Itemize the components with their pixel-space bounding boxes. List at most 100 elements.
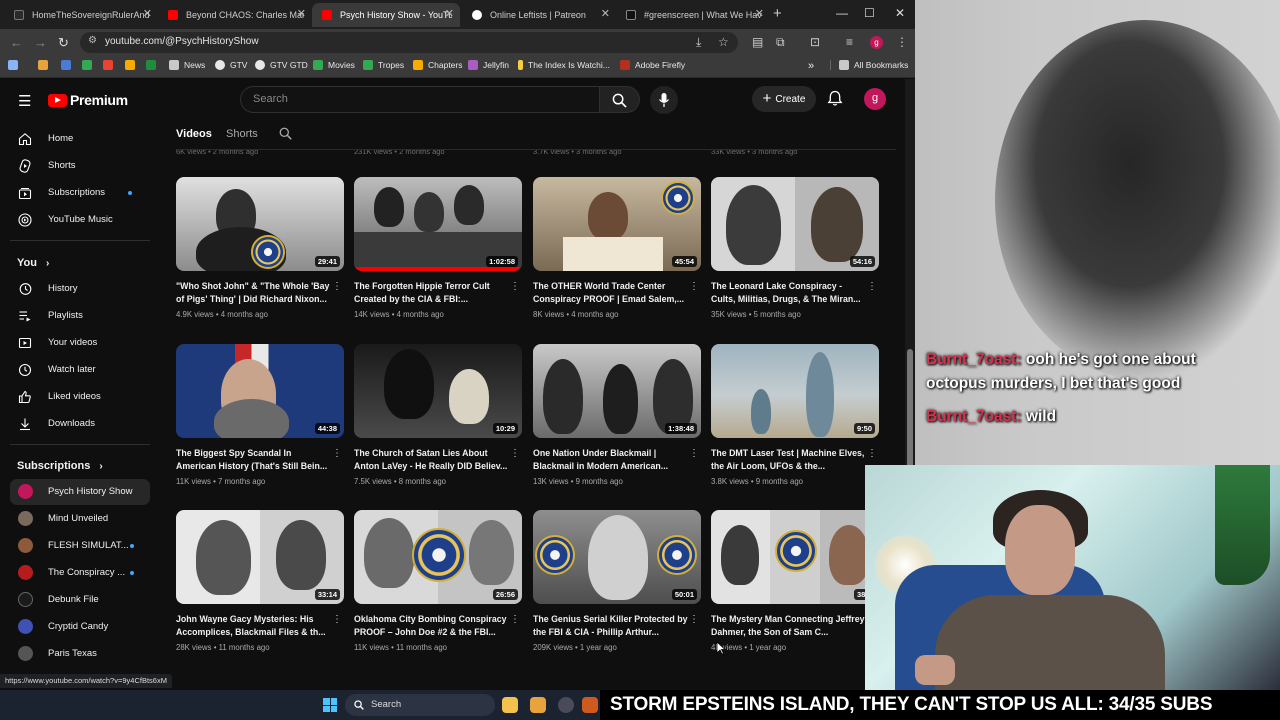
more-options-icon[interactable]: ⋮ bbox=[510, 282, 520, 292]
video-thumbnail[interactable]: 26:56 bbox=[354, 510, 522, 604]
more-options-icon[interactable]: ⋮ bbox=[689, 449, 699, 459]
close-tab-icon[interactable]: ✕ bbox=[297, 7, 306, 20]
video-title[interactable]: The DMT Laser Test | Machine Elves, the … bbox=[711, 447, 866, 473]
channel-search-icon[interactable] bbox=[279, 127, 292, 140]
video-thumbnail[interactable]: 9:50 bbox=[711, 344, 879, 438]
search-button[interactable] bbox=[600, 86, 640, 113]
sidebar-item-watch-later[interactable]: Watch later bbox=[10, 357, 150, 383]
more-options-icon[interactable]: ⋮ bbox=[510, 449, 520, 459]
subscription-the-conspiracy[interactable]: The Conspiracy ... bbox=[10, 560, 150, 586]
bookmark-gtv-gtd[interactable]: GTV GTD bbox=[255, 60, 308, 70]
more-options-icon[interactable]: ⋮ bbox=[332, 449, 342, 459]
video-thumbnail[interactable]: 10:29 bbox=[354, 344, 522, 438]
video-title[interactable]: The OTHER World Trade Center Conspiracy … bbox=[533, 280, 688, 306]
forward-icon[interactable]: → bbox=[34, 35, 47, 50]
omnibox[interactable]: ⚙ youtube.com/@PsychHistoryShow bbox=[80, 32, 738, 53]
bookmark-gtv[interactable]: GTV bbox=[215, 60, 247, 70]
sidebar-item-downloads[interactable]: Downloads bbox=[10, 411, 150, 437]
more-options-icon[interactable]: ⋮ bbox=[510, 615, 520, 625]
voice-search-button[interactable] bbox=[650, 86, 678, 114]
notifications-bell-icon[interactable] bbox=[827, 90, 843, 107]
media-icon[interactable]: ≡ bbox=[846, 35, 853, 49]
more-options-icon[interactable]: ⋮ bbox=[689, 615, 699, 625]
more-options-icon[interactable]: ⋮ bbox=[332, 615, 342, 625]
video-title[interactable]: The Leonard Lake Conspiracy - Cults, Mil… bbox=[711, 280, 866, 306]
apps-icon[interactable] bbox=[8, 60, 23, 70]
close-tab-icon[interactable]: ✕ bbox=[755, 7, 764, 20]
video-title[interactable]: The Mystery Man Connecting Jeffrey Dahme… bbox=[711, 613, 866, 639]
video-thumbnail[interactable]: 50:01 bbox=[533, 510, 701, 604]
close-tab-icon[interactable]: ✕ bbox=[445, 7, 454, 20]
bookmark-movies[interactable]: Movies bbox=[313, 60, 355, 70]
bookmark-icon-3[interactable] bbox=[82, 60, 97, 70]
subscription-flesh-simulator[interactable]: FLESH SIMULAT... bbox=[10, 533, 150, 559]
tab-shorts[interactable]: Shorts bbox=[226, 128, 258, 140]
sidebar-item-your-videos[interactable]: Your videos bbox=[10, 330, 150, 356]
create-button[interactable]: + Create bbox=[752, 86, 816, 112]
bookmark-jellyfin[interactable]: Jellyfin bbox=[468, 60, 509, 70]
video-thumbnail[interactable]: 33:14 bbox=[176, 510, 344, 604]
sidebar-you-header[interactable]: You › bbox=[17, 257, 49, 269]
site-info-icon[interactable]: ⚙ bbox=[88, 35, 97, 46]
video-title[interactable]: Oklahoma City Bombing Conspiracy PROOF –… bbox=[354, 613, 509, 639]
sidebar-item-shorts[interactable]: Shorts bbox=[10, 153, 150, 179]
subscription-cryptid-candy[interactable]: Cryptid Candy bbox=[10, 614, 150, 640]
sidebar-item-youtube-music[interactable]: YouTube Music bbox=[10, 207, 150, 233]
profile-avatar-icon[interactable]: g bbox=[870, 36, 883, 49]
install-app-icon[interactable]: ⤓ bbox=[696, 35, 701, 50]
all-bookmarks[interactable]: All Bookmarks bbox=[830, 60, 908, 70]
sidebar-item-playlists[interactable]: Playlists bbox=[10, 303, 150, 329]
sidebar-item-home[interactable]: Home bbox=[10, 126, 150, 152]
extensions-icon[interactable]: ⧉ bbox=[776, 35, 785, 50]
windows-start-icon[interactable] bbox=[323, 698, 337, 712]
video-thumbnail[interactable]: 45:54 bbox=[533, 177, 701, 271]
browser-tab-1[interactable]: HomeTheSovereignRulerAnd... ✕ bbox=[4, 3, 158, 27]
browser-tab-5[interactable]: #greenscreen | What We Hav ✕ bbox=[616, 3, 770, 27]
close-tab-icon[interactable]: ✕ bbox=[601, 7, 610, 20]
video-thumbnail[interactable]: 54:16 bbox=[711, 177, 879, 271]
video-title[interactable]: The Genius Serial Killer Protected by th… bbox=[533, 613, 688, 639]
app-icon[interactable] bbox=[530, 697, 546, 713]
video-title[interactable]: The Forgotten Hippie Terror Cult Created… bbox=[354, 280, 509, 306]
more-options-icon[interactable]: ⋮ bbox=[867, 282, 877, 292]
account-avatar[interactable]: g bbox=[864, 88, 886, 110]
menu-icon[interactable]: ⋮ bbox=[896, 35, 908, 49]
bookmark-icon-1[interactable] bbox=[38, 60, 53, 70]
reload-icon[interactable]: ↻ bbox=[58, 35, 69, 51]
bookmark-icon-2[interactable] bbox=[61, 60, 76, 70]
app-icon[interactable] bbox=[582, 697, 598, 713]
tab-search-icon[interactable]: ⊡ bbox=[810, 35, 820, 49]
video-title[interactable]: John Wayne Gacy Mysteries: His Accomplic… bbox=[176, 613, 331, 639]
file-explorer-icon[interactable] bbox=[502, 697, 518, 713]
video-thumbnail[interactable]: 29:41 bbox=[176, 177, 344, 271]
app-icon[interactable] bbox=[558, 697, 574, 713]
browser-tab-2[interactable]: Beyond CHAOS: Charles Mans ✕ bbox=[158, 3, 312, 27]
new-tab-button[interactable]: + bbox=[773, 5, 782, 22]
maximize-icon[interactable]: ☐ bbox=[864, 6, 875, 20]
bookmark-icon-4[interactable] bbox=[125, 60, 140, 70]
sidebar-item-subscriptions[interactable]: Subscriptions bbox=[10, 180, 150, 206]
hamburger-menu-icon[interactable]: ☰ bbox=[18, 92, 31, 110]
bookmark-index[interactable]: The Index Is Watchi... bbox=[518, 60, 610, 70]
minimize-icon[interactable]: — bbox=[836, 6, 848, 20]
browser-tab-3-active[interactable]: Psych History Show - YouTub ✕ bbox=[312, 3, 460, 27]
reading-list-icon[interactable]: ▤ bbox=[752, 35, 763, 49]
tab-videos[interactable]: Videos bbox=[176, 128, 212, 140]
more-options-icon[interactable]: ⋮ bbox=[689, 282, 699, 292]
video-thumbnail[interactable]: 44:38 bbox=[176, 344, 344, 438]
bookmark-news[interactable]: News bbox=[169, 60, 205, 70]
video-title[interactable]: One Nation Under Blackmail | Blackmail i… bbox=[533, 447, 688, 473]
video-thumbnail[interactable]: 38:4 bbox=[711, 510, 879, 604]
bookmark-chapters[interactable]: Chapters bbox=[413, 60, 463, 70]
bookmark-adobe-firefly[interactable]: Adobe Firefly bbox=[620, 60, 685, 70]
video-title[interactable]: The Church of Satan Lies About Anton LaV… bbox=[354, 447, 509, 473]
more-options-icon[interactable]: ⋮ bbox=[867, 449, 877, 459]
bookmark-tropes[interactable]: Tropes bbox=[363, 60, 404, 70]
sidebar-subscriptions-header[interactable]: Subscriptions › bbox=[17, 460, 103, 472]
bookmark-icon-5[interactable] bbox=[146, 60, 161, 70]
browser-tab-4[interactable]: Online Leftists | Patreon ✕ bbox=[462, 3, 616, 27]
more-options-icon[interactable]: ⋮ bbox=[332, 282, 342, 292]
more-bookmarks-icon[interactable]: » bbox=[808, 60, 814, 72]
bookmark-star-icon[interactable]: ☆ bbox=[718, 35, 729, 49]
close-tab-icon[interactable]: ✕ bbox=[143, 7, 152, 20]
